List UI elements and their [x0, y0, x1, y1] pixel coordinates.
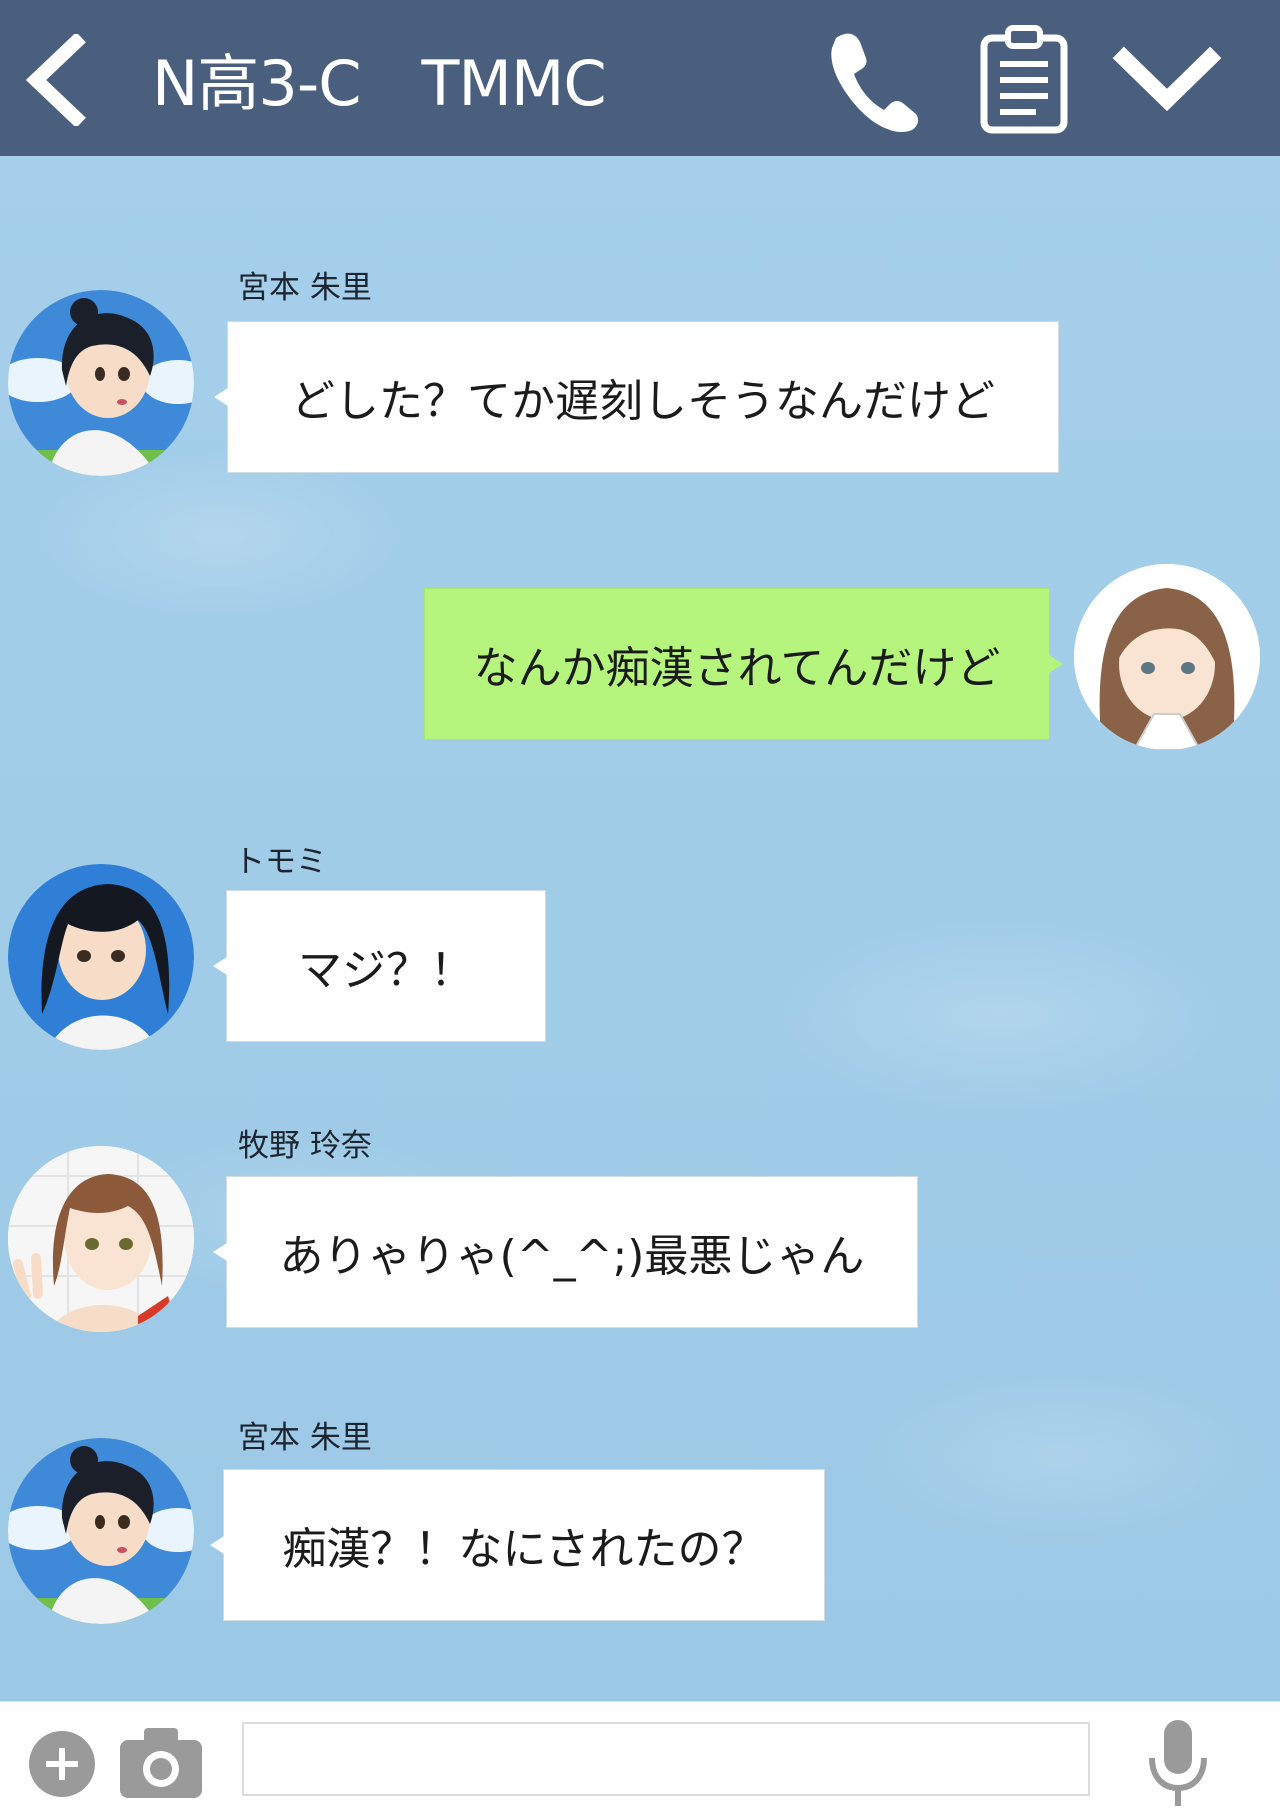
chevron-left-icon[interactable] [22, 34, 92, 126]
chat-area[interactable]: 宮本 朱里 どした？てか遅刻しそうなんだけど なんか痴漢されてんだけど トモミ … [0, 156, 1280, 1701]
message-composer [0, 1701, 1280, 1818]
akari-avatar[interactable] [8, 1438, 194, 1624]
message-bubble[interactable]: どした？てか遅刻しそうなんだけど [214, 321, 1059, 473]
microphone-icon[interactable] [1146, 1718, 1210, 1808]
message-bubble[interactable]: 痴漢？！なにされたの？ [210, 1469, 825, 1621]
message-sender: 宮本 朱里 [238, 270, 372, 306]
message-sender: トモミ [234, 844, 327, 880]
chevron-down-icon[interactable] [1112, 24, 1222, 134]
self-avatar[interactable] [1074, 564, 1260, 750]
akari-avatar[interactable] [8, 290, 194, 476]
clipboard-icon[interactable] [970, 24, 1080, 134]
message-input[interactable] [242, 1722, 1090, 1796]
chat-header: N高3-C TMMC [0, 0, 1280, 156]
rena-avatar[interactable] [8, 1146, 194, 1332]
message-bubble-outgoing[interactable]: なんか痴漢されてんだけど [424, 588, 1063, 740]
message-bubble[interactable]: マジ？！ [213, 890, 546, 1042]
tomomi-avatar[interactable] [8, 864, 194, 1050]
phone-icon[interactable] [818, 24, 928, 134]
message-sender: 牧野 玲奈 [238, 1128, 372, 1164]
camera-icon[interactable] [118, 1724, 204, 1800]
message-sender: 宮本 朱里 [238, 1420, 372, 1456]
message-bubble[interactable]: ありゃりゃ(^_^;)最悪じゃん [213, 1176, 918, 1328]
chat-title: N高3-C TMMC [152, 47, 607, 120]
plus-circle-icon[interactable] [28, 1730, 96, 1798]
